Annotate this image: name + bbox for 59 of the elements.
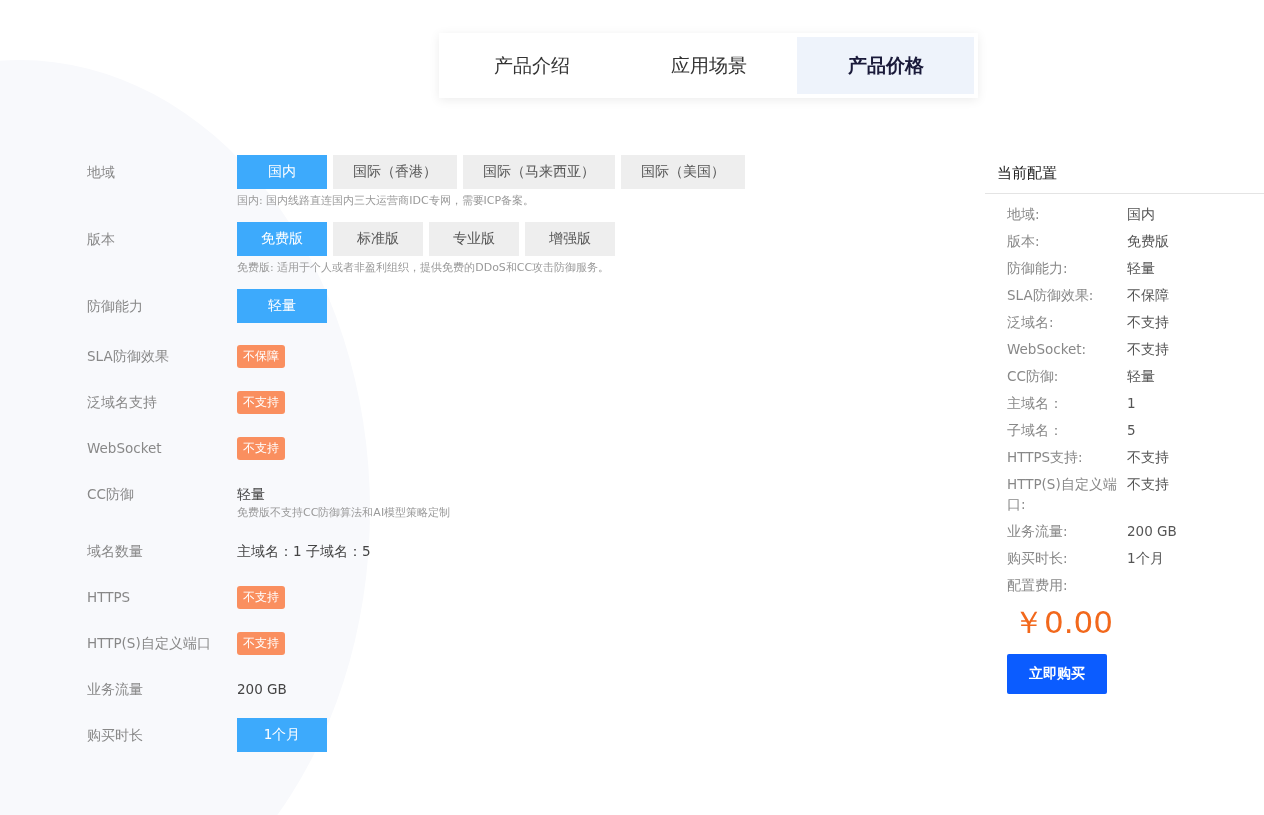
- field-label: HTTP(S)自定义端口: [87, 634, 212, 653]
- price-label: 配置费用:: [1007, 576, 1069, 595]
- summary-label: 子域名：: [1007, 421, 1064, 440]
- status-tag: 不支持: [237, 391, 285, 414]
- option-button[interactable]: 增强版: [525, 222, 615, 256]
- field-label: 域名数量: [87, 542, 144, 561]
- summary-value: 免费版: [1127, 232, 1169, 251]
- field-note: 免费版不支持CC防御算法和AI模型策略定制: [237, 505, 451, 520]
- summary-label: 版本:: [1007, 232, 1041, 251]
- option-button[interactable]: 国际（美国）: [621, 155, 745, 189]
- option-button[interactable]: 国际（香港）: [333, 155, 457, 189]
- summary-value: 不保障: [1127, 286, 1169, 305]
- summary-label: SLA防御效果:: [1007, 286, 1095, 305]
- field-label: SLA防御效果: [87, 347, 170, 366]
- status-tag: 不支持: [237, 632, 285, 655]
- tab[interactable]: 产品价格: [797, 37, 974, 94]
- buy-button[interactable]: 立即购买: [1007, 654, 1107, 694]
- summary-value: 1个月: [1127, 549, 1164, 568]
- summary-label: 业务流量:: [1007, 522, 1069, 541]
- summary-value: 国内: [1127, 205, 1155, 224]
- summary-value: 轻量: [1127, 259, 1155, 278]
- summary-value: 不支持: [1127, 313, 1169, 332]
- summary-value: 不支持: [1127, 340, 1169, 359]
- summary-value: 轻量: [1127, 367, 1155, 386]
- field-label: 业务流量: [87, 680, 144, 699]
- status-tag: 不支持: [237, 437, 285, 460]
- field-value: 200 GB: [237, 680, 287, 699]
- status-tag: 不支持: [237, 586, 285, 609]
- field-value: 主域名：1 子域名：5: [237, 542, 371, 561]
- option-button[interactable]: 专业版: [429, 222, 519, 256]
- summary-label: 防御能力:: [1007, 259, 1069, 278]
- price: ￥0.00: [1012, 603, 1115, 642]
- status-tag: 不保障: [237, 345, 285, 368]
- field-label: 版本: [87, 230, 116, 249]
- field-label: HTTPS: [87, 588, 132, 607]
- field-label: 防御能力: [87, 297, 144, 316]
- field-label: WebSocket: [87, 439, 163, 458]
- summary-label: HTTPS支持:: [1007, 448, 1084, 467]
- field-label: 地域: [87, 163, 116, 182]
- field-label: CC防御: [87, 485, 135, 504]
- summary-label: WebSocket:: [1007, 340, 1088, 359]
- option-button[interactable]: 国际（马来西亚）: [463, 155, 615, 189]
- summary-value: 5: [1127, 421, 1136, 440]
- summary-label: 泛域名:: [1007, 313, 1055, 332]
- field-label: 泛域名支持: [87, 393, 158, 412]
- summary-value: 1: [1127, 394, 1136, 413]
- summary-label: HTTP(S)自定义端口:: [1007, 475, 1118, 514]
- option-button[interactable]: 标准版: [333, 222, 423, 256]
- summary-value: 200 GB: [1127, 522, 1177, 541]
- summary-label: 地域:: [1007, 205, 1041, 224]
- summary-label: 购买时长:: [1007, 549, 1069, 568]
- panel-title: 当前配置: [985, 164, 1264, 194]
- summary-label: CC防御:: [1007, 367, 1060, 386]
- field-note: 免费版: 适用于个人或者非盈利组织，提供免费的DDoS和CC攻击防御服务。: [237, 260, 610, 275]
- summary-value: 不支持: [1127, 448, 1169, 467]
- summary-label: 主域名：: [1007, 394, 1064, 413]
- field-label: 购买时长: [87, 726, 144, 745]
- field-value: 轻量: [237, 485, 265, 504]
- summary-value: 不支持: [1127, 475, 1169, 494]
